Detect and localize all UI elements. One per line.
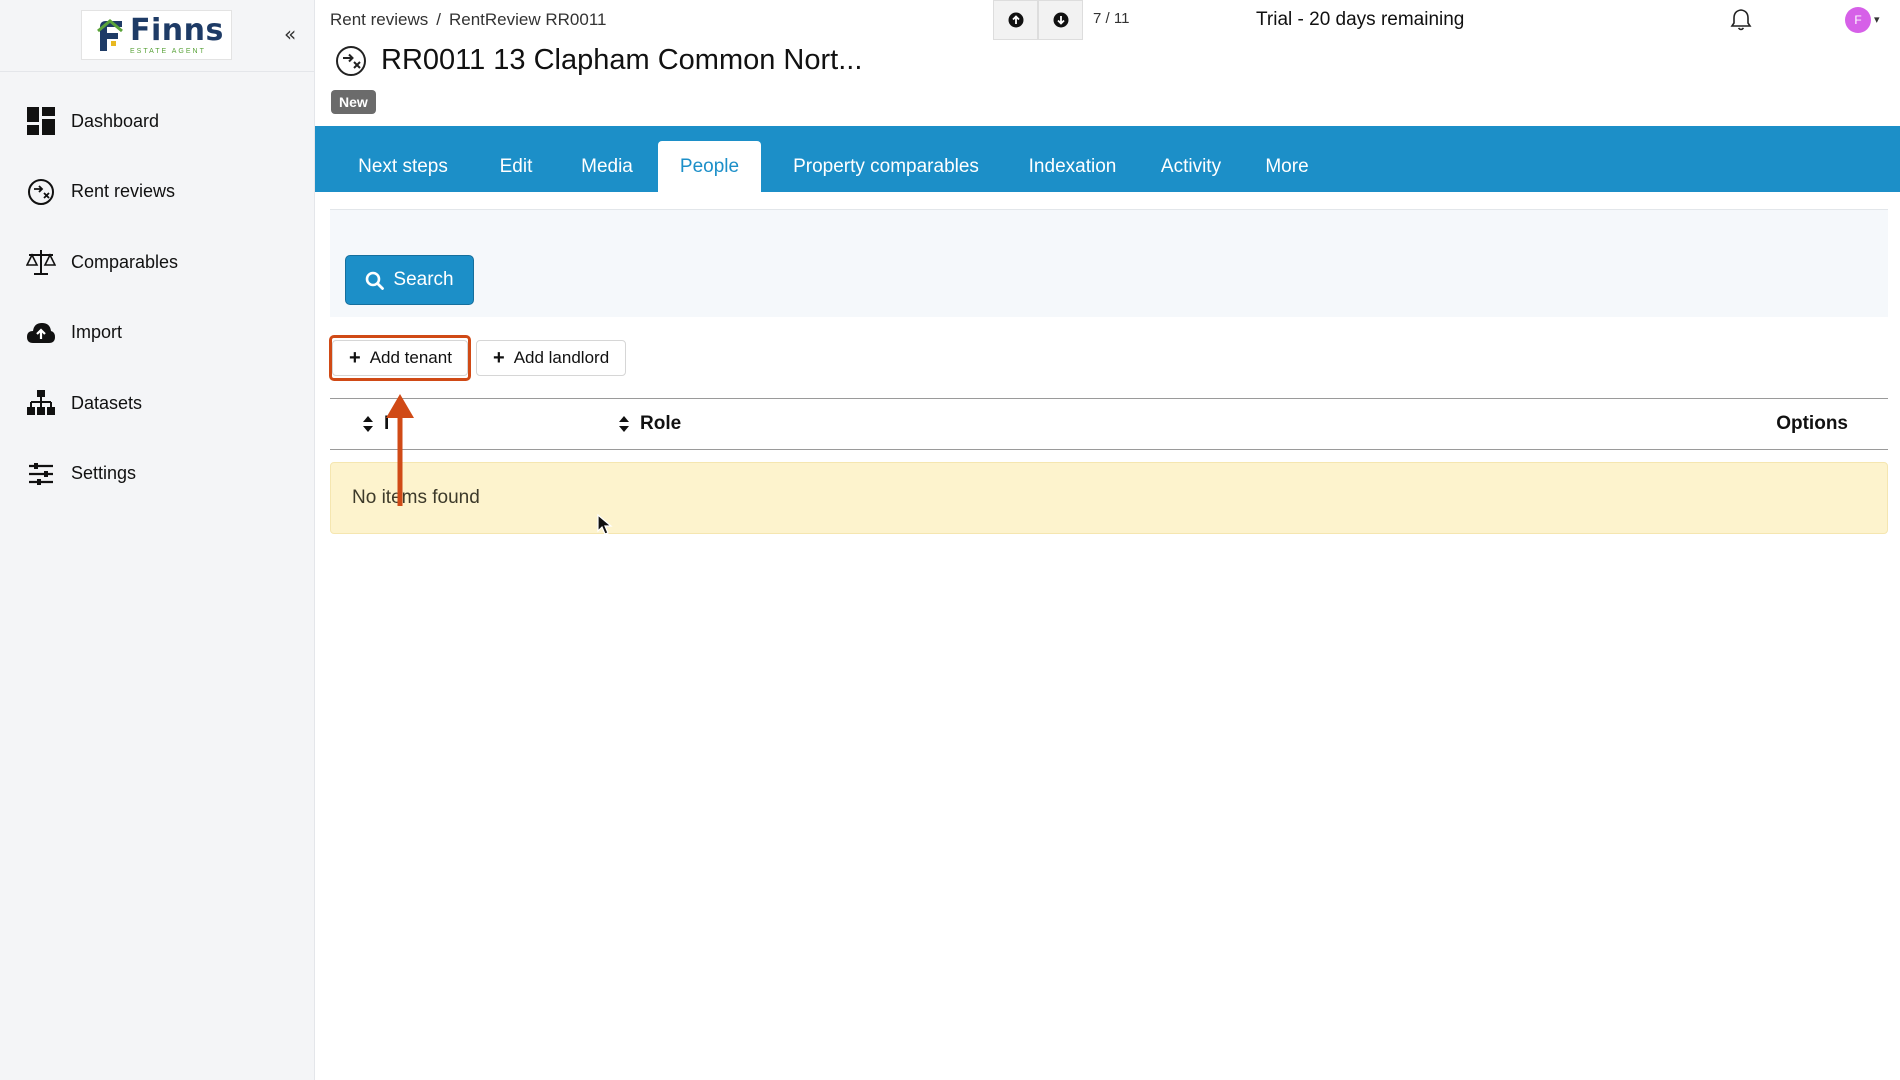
column-header-label: Options: [1776, 413, 1848, 434]
page-title-row: RR0011 13 Clapham Common Nort...: [335, 44, 862, 77]
status-badge: New: [331, 90, 376, 114]
empty-message: No items found: [352, 487, 480, 508]
sidebar-item-dashboard[interactable]: Dashboard: [0, 86, 315, 157]
tab-media[interactable]: Media: [567, 141, 647, 192]
record-navigation: [993, 0, 1083, 40]
dashboard-icon: [26, 106, 56, 136]
sort-icon: [619, 416, 629, 432]
bell-icon: [1730, 9, 1752, 31]
tab-next-steps[interactable]: Next steps: [342, 141, 464, 192]
next-record-button[interactable]: [1038, 0, 1083, 40]
breadcrumb-separator: /: [436, 10, 441, 29]
column-header-label: Role: [640, 413, 682, 434]
sidebar-item-settings[interactable]: Settings: [0, 439, 315, 510]
add-tenant-button[interactable]: + Add tenant: [332, 340, 468, 376]
rent-review-icon: [336, 45, 366, 76]
record-position: 7 / 11: [1093, 10, 1130, 27]
sidebar: Finns ESTATE AGENT « Dashboard Rent revi…: [0, 0, 315, 1080]
column-header-name[interactable]: I: [362, 413, 389, 435]
sidebar-nav: Dashboard Rent reviews Comparables Impor…: [0, 86, 315, 509]
avatar[interactable]: F: [1845, 7, 1871, 33]
plus-icon: +: [349, 347, 361, 369]
rent-review-icon: [26, 177, 56, 207]
search-button-label: Search: [393, 269, 454, 290]
cloud-upload-icon: [26, 318, 56, 348]
tab-more[interactable]: More: [1252, 141, 1322, 192]
hierarchy-icon: [26, 388, 56, 418]
sidebar-item-import[interactable]: Import: [0, 298, 315, 369]
sidebar-item-label: Datasets: [71, 392, 143, 413]
arrow-up-circle-icon: [1008, 12, 1023, 28]
column-header-label: I: [384, 413, 390, 434]
tab-bar: Next steps Edit Media People Property co…: [315, 126, 1900, 192]
brand-name: Finns: [130, 12, 224, 48]
sort-icon: [363, 416, 373, 432]
page-title: RR0011 13 Clapham Common Nort...: [381, 44, 863, 76]
breadcrumb-current: RentReview RR0011: [449, 10, 607, 29]
logo-row: Finns ESTATE AGENT «: [0, 0, 315, 72]
sidebar-item-label: Dashboard: [71, 110, 160, 131]
sidebar-item-label: Rent reviews: [71, 181, 176, 202]
add-tenant-label: Add tenant: [369, 348, 452, 367]
sidebar-item-datasets[interactable]: Datasets: [0, 368, 315, 439]
tab-indexation[interactable]: Indexation: [1016, 141, 1129, 192]
chevron-down-icon[interactable]: ▾: [1874, 13, 1880, 26]
brand-logo[interactable]: Finns ESTATE AGENT: [81, 10, 232, 60]
trial-status: Trial - 20 days remaining: [1256, 9, 1465, 30]
sliders-icon: [26, 459, 56, 489]
tab-people[interactable]: People: [658, 141, 761, 192]
sidebar-item-label: Import: [71, 322, 123, 343]
tab-activity[interactable]: Activity: [1147, 141, 1235, 192]
notifications-button[interactable]: [1730, 8, 1752, 37]
breadcrumb: Rent reviews / RentReview RR0011: [330, 10, 606, 30]
column-header-role[interactable]: Role: [618, 413, 681, 435]
add-landlord-button[interactable]: + Add landlord: [476, 340, 626, 376]
table-header: I Role Options: [330, 398, 1888, 450]
previous-record-button[interactable]: [993, 0, 1038, 40]
scales-icon: [26, 247, 56, 277]
tab-property-comparables[interactable]: Property comparables: [775, 141, 997, 192]
sidebar-item-rent-reviews[interactable]: Rent reviews: [0, 157, 315, 228]
sidebar-item-comparables[interactable]: Comparables: [0, 227, 315, 298]
brand-tagline: ESTATE AGENT: [130, 47, 206, 55]
empty-state: No items found: [330, 462, 1888, 534]
search-button[interactable]: Search: [345, 255, 474, 305]
arrow-down-circle-icon: [1053, 12, 1068, 28]
add-landlord-label: Add landlord: [513, 348, 610, 367]
plus-icon: +: [493, 347, 505, 369]
brand-logo-icon: [97, 19, 123, 51]
collapse-sidebar-button[interactable]: «: [284, 22, 296, 46]
search-panel: Search: [330, 209, 1888, 317]
tab-edit[interactable]: Edit: [484, 141, 548, 192]
sidebar-item-label: Settings: [71, 463, 137, 484]
sidebar-item-label: Comparables: [71, 251, 179, 272]
column-header-options: Options: [1776, 413, 1848, 435]
breadcrumb-rent-reviews[interactable]: Rent reviews: [330, 10, 428, 29]
search-icon: [366, 271, 385, 290]
